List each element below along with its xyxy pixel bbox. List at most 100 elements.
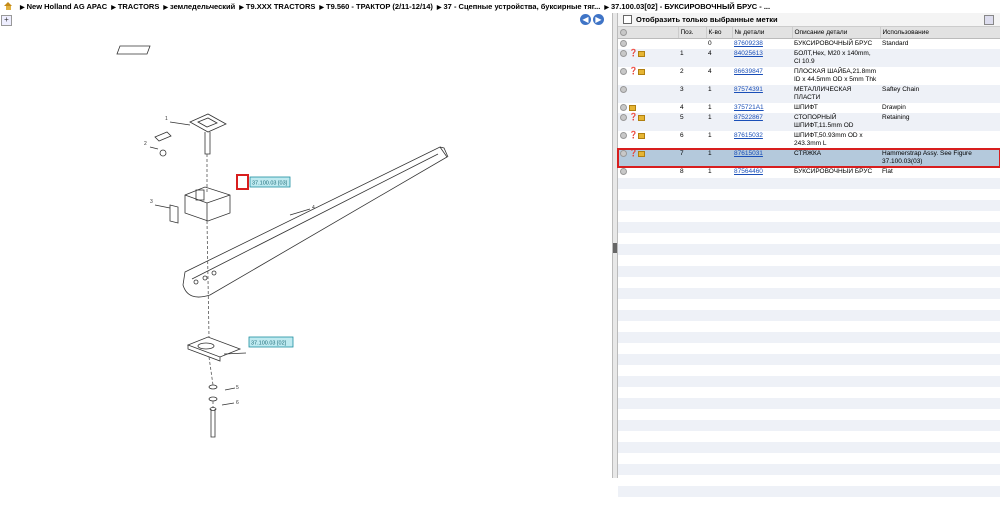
header-actions xyxy=(618,27,679,39)
splitter-handle-icon[interactable] xyxy=(613,243,617,253)
empty-row xyxy=(618,320,1000,332)
table-row[interactable]: 3 1 87574391 МЕТАЛЛИЧЕСКАЯ ПЛАСТИ Saftey Cha… xyxy=(618,85,1000,104)
row-select-icon[interactable] xyxy=(620,132,627,140)
row-select-icon[interactable] xyxy=(620,150,627,158)
empty-row xyxy=(618,408,1000,420)
cell-qty: 1 xyxy=(706,149,732,168)
header-usage[interactable]: Использование xyxy=(880,27,1000,39)
cell-pos: 3 xyxy=(678,85,706,104)
row-actions: ❓ xyxy=(618,113,678,132)
back-icon[interactable]: ◀ xyxy=(580,14,591,25)
empty-row xyxy=(618,397,1000,409)
breadcrumb-item[interactable]: 37 - Сцепные устройства, буксирные тяг..… xyxy=(444,2,601,11)
item-label-d: 4 xyxy=(312,205,315,211)
part-number-link[interactable]: 87615031 xyxy=(734,150,763,157)
empty-row xyxy=(618,474,1000,486)
empty-row xyxy=(618,463,1000,475)
row-select-icon[interactable] xyxy=(620,40,627,47)
item-label-c: 3 xyxy=(150,199,153,205)
breadcrumb-item[interactable]: земледельческий xyxy=(170,2,235,11)
row-actions: ❓ xyxy=(618,149,678,168)
breadcrumb-item[interactable]: 37.100.03[02] - БУКСИРОВОЧНЫЙ БРУС - ... xyxy=(611,2,770,11)
cell-part: 375721A1 xyxy=(732,103,792,114)
row-select-icon[interactable] xyxy=(620,50,627,58)
breadcrumb-separator-icon: ▶ xyxy=(239,4,244,11)
info-icon[interactable]: ❓ xyxy=(629,68,638,75)
row-actions xyxy=(618,167,678,178)
highlight-marker xyxy=(236,174,249,190)
breadcrumb-item[interactable]: TRACTORS xyxy=(118,2,160,11)
info-icon[interactable]: ❓ xyxy=(629,150,638,157)
header-description[interactable]: Описание детали xyxy=(792,27,881,39)
part-number-link[interactable]: 87574391 xyxy=(734,86,763,93)
filter-bar: Отобразить только выбранные метки xyxy=(618,13,1000,27)
empty-row xyxy=(618,188,1000,200)
cell-usage xyxy=(880,131,1000,150)
callout-text-2: 37.100.03 [02] xyxy=(251,341,287,347)
callout-text-1: 37.100.03 [03] xyxy=(252,181,288,187)
header-pos[interactable]: Поз. xyxy=(678,27,707,39)
table-row[interactable]: ❓ 6 1 87615032 ШПИФТ,50.93mm OD x 243.3mm L xyxy=(618,131,1000,150)
cart-icon[interactable] xyxy=(629,104,636,111)
row-actions: ❓ xyxy=(618,49,678,68)
cell-usage: Retaining xyxy=(880,113,1000,132)
part-number-link[interactable]: 87564460 xyxy=(734,168,763,175)
part-number-link[interactable]: 86639847 xyxy=(734,68,763,75)
filter-checkbox[interactable] xyxy=(623,15,632,24)
cart-icon[interactable] xyxy=(638,50,645,57)
part-number-link[interactable]: 87615032 xyxy=(734,132,763,139)
table-row[interactable]: ❓ 7 1 87615031 СТЯЖКА Hammerstrap Assy. See F… xyxy=(617,148,1000,169)
forward-icon-2[interactable]: ▶ xyxy=(593,14,604,25)
cell-description: ПЛОСКАЯ ШАЙБА,21.8mm ID x 44.5mm OD x 5m… xyxy=(792,67,880,86)
table-row[interactable]: 0 87609238 БУКСИРОВОЧНЫЙ БРУС Standard xyxy=(618,38,1000,50)
table-row[interactable]: ❓ 1 4 84025613 БОЛТ,Hex, M20 x 140mm, Cl 10.… xyxy=(618,49,1000,68)
cart-icon[interactable] xyxy=(638,114,645,121)
info-icon[interactable]: ❓ xyxy=(629,50,638,57)
cell-description: БОЛТ,Hex, M20 x 140mm, Cl 10.9 xyxy=(792,49,880,68)
table-row[interactable]: ❓ 2 4 86639847 ПЛОСКАЯ ШАЙБА,21.8mm ID x 44.… xyxy=(618,67,1000,86)
header-qty[interactable]: К-во xyxy=(706,27,733,39)
header-part-number[interactable]: № детали xyxy=(732,27,793,39)
expand-icon[interactable]: + xyxy=(1,15,12,26)
row-select-icon[interactable] xyxy=(620,104,627,112)
cell-description: ШПИФТ xyxy=(792,103,880,114)
cell-pos: 6 xyxy=(678,131,706,150)
cart-icon[interactable] xyxy=(638,132,645,139)
row-select-icon[interactable] xyxy=(620,114,627,122)
breadcrumb-item[interactable]: T9.560 - ТРАКТОР (2/11-12/14) xyxy=(326,2,433,11)
cell-part: 87564460 xyxy=(732,167,792,178)
cell-part: 87574391 xyxy=(732,85,792,104)
item-label-e: 5 xyxy=(236,385,239,391)
row-select-icon[interactable] xyxy=(620,86,627,94)
cell-usage: Drawpin xyxy=(880,103,1000,114)
export-icon[interactable] xyxy=(984,14,994,25)
part-number-link[interactable]: 87522867 xyxy=(734,114,763,121)
cell-usage: Hammerstrap Assy. See Figure 37.100.03(0… xyxy=(880,149,1000,168)
select-all-icon[interactable] xyxy=(620,28,627,36)
cell-description: БУКСИРОВОЧНЫЙ БРУС xyxy=(792,38,880,50)
breadcrumb-separator-icon: ▶ xyxy=(20,4,25,11)
part-number-link[interactable]: 375721A1 xyxy=(734,104,764,111)
cart-icon[interactable] xyxy=(638,150,645,157)
breadcrumb-separator-icon: ▶ xyxy=(319,4,324,11)
table-row[interactable]: 8 1 87564460 БУКСИРОВОЧНЫЙ БРУС Flat xyxy=(618,167,1000,178)
cell-qty: 4 xyxy=(706,67,732,86)
info-icon[interactable]: ❓ xyxy=(629,132,638,139)
item-label-b: 2 xyxy=(144,141,147,147)
cart-icon[interactable] xyxy=(638,68,645,75)
cell-usage xyxy=(880,49,1000,68)
part-number-link[interactable]: 84025613 xyxy=(734,50,763,57)
cell-part: 87615031 xyxy=(732,149,792,168)
row-select-icon[interactable] xyxy=(620,168,627,176)
table-row[interactable]: ❓ 5 1 87522867 СТОПОРНЫЙ ШПИФТ,11.5mm OD Reta… xyxy=(618,113,1000,132)
row-select-icon[interactable] xyxy=(620,68,627,76)
cell-usage: Standard xyxy=(880,38,1000,50)
empty-row xyxy=(618,199,1000,211)
home-icon[interactable] xyxy=(4,2,13,10)
empty-row xyxy=(618,210,1000,222)
breadcrumb-item[interactable]: T9.XXX TRACTORS xyxy=(246,2,315,11)
table-row[interactable]: 4 1 375721A1 ШПИФТ Drawpin xyxy=(618,103,1000,114)
part-number-link[interactable]: 87609238 xyxy=(734,40,763,47)
info-icon[interactable]: ❓ xyxy=(629,114,638,121)
breadcrumb-item[interactable]: New Holland AG APAC xyxy=(27,2,108,11)
